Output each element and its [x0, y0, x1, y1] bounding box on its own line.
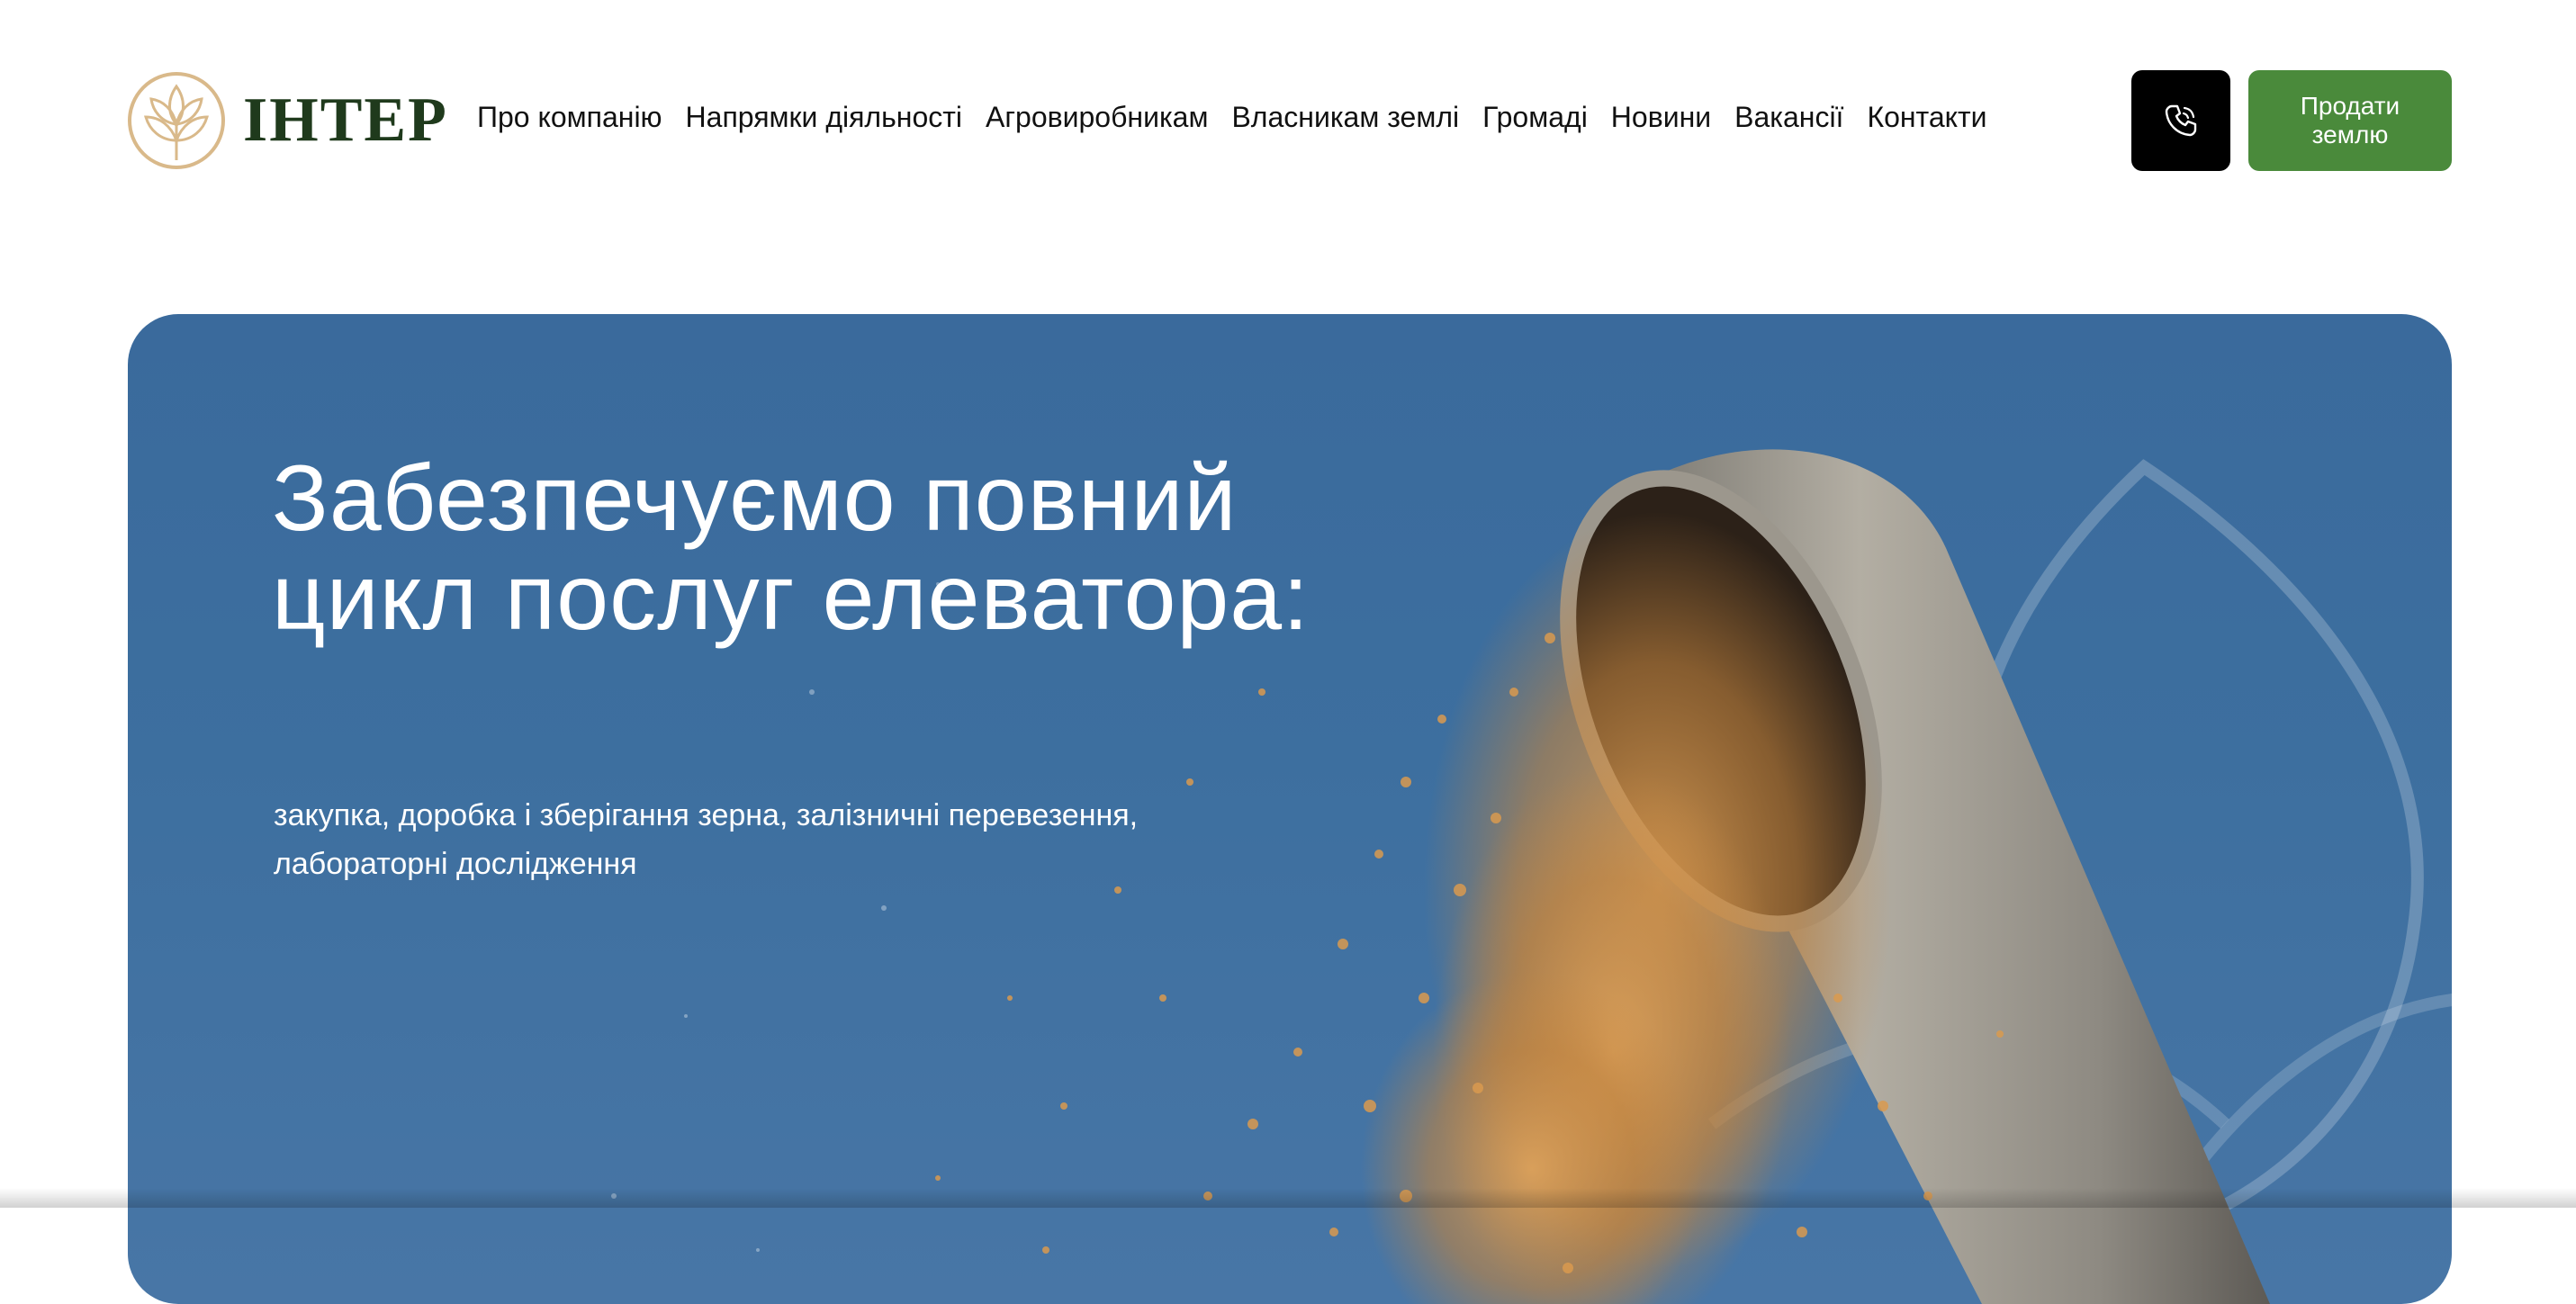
nav-item-landowners[interactable]: Власникам землі	[1231, 97, 1459, 137]
hero-banner: Забезпечуємо повний цикл послуг елеватор…	[128, 314, 2452, 1304]
nav-item-vacancies[interactable]: Вакансії	[1734, 97, 1843, 137]
wheat-emblem-icon	[128, 72, 225, 169]
phone-icon	[2165, 104, 2197, 137]
sell-land-button[interactable]: Продати землю	[2248, 70, 2452, 171]
page-bottom-shadow	[0, 1188, 2576, 1208]
nav-item-agro-producers[interactable]: Агровиробникам	[986, 97, 1208, 137]
nav-item-contacts[interactable]: Контакти	[1867, 97, 1986, 137]
phone-button[interactable]	[2131, 70, 2230, 171]
logo-text: ІНТЕР	[243, 85, 448, 155]
main-nav: Про компанію Напрямки діяльності Агровир…	[477, 97, 1987, 137]
nav-item-about[interactable]: Про компанію	[477, 97, 662, 137]
nav-item-directions[interactable]: Напрямки діяльності	[686, 97, 962, 137]
hero-title: Забезпечуємо повний цикл послуг елеватор…	[272, 446, 1310, 650]
hero-subtitle: закупка, доробка і зберігання зерна, зал…	[274, 798, 1139, 881]
nav-item-news[interactable]: Новини	[1611, 97, 1711, 137]
site-header: ІНТЕР Про компанію Напрямки діяльності А…	[0, 0, 2576, 243]
logo[interactable]: ІНТЕР	[126, 70, 448, 171]
nav-item-community[interactable]: Громаді	[1482, 97, 1588, 137]
